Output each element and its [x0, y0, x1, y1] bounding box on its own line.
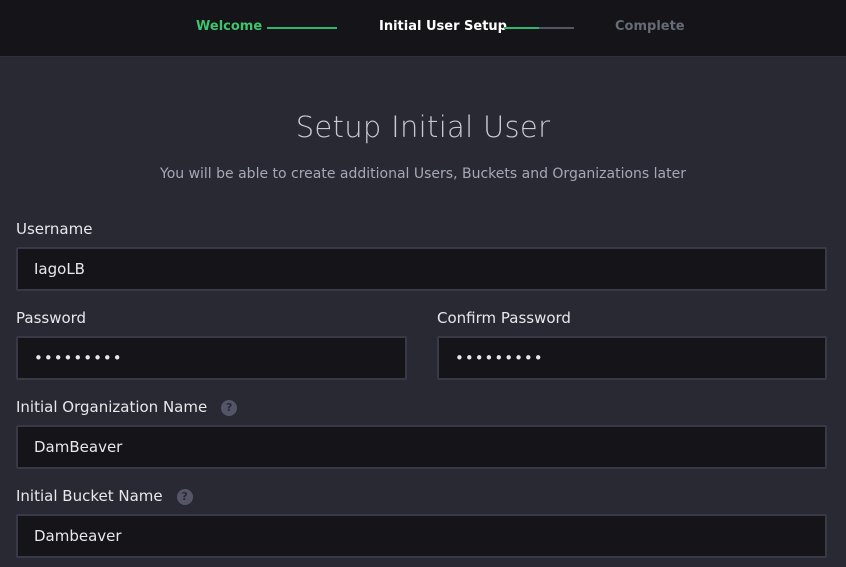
password-label: Password — [16, 309, 87, 327]
wizard-progress-bar: Welcome Initial User Setup Complete — [0, 0, 846, 57]
bucket-name-label-row: Initial Bucket Name? — [16, 487, 193, 505]
password-input[interactable] — [16, 336, 407, 380]
step-connector-2-fill — [504, 27, 539, 29]
org-name-input[interactable] — [16, 425, 827, 469]
bucket-name-label: Initial Bucket Name — [16, 487, 163, 505]
step-connector-1-fill — [267, 27, 337, 29]
step-connector-2 — [504, 27, 574, 29]
confirm-password-label: Confirm Password — [437, 309, 571, 327]
bucket-name-input[interactable] — [16, 514, 827, 558]
step-connector-1 — [267, 27, 337, 29]
step-complete: Complete — [615, 19, 685, 34]
step-welcome[interactable]: Welcome — [196, 19, 262, 34]
username-label: Username — [16, 220, 93, 238]
username-input[interactable] — [16, 247, 827, 291]
confirm-password-input[interactable] — [437, 336, 827, 380]
org-name-label: Initial Organization Name — [16, 398, 208, 416]
page-subtitle: You will be able to create additional Us… — [160, 166, 686, 182]
question-circle-icon[interactable]: ? — [221, 399, 238, 416]
step-initial-user-setup[interactable]: Initial User Setup — [379, 19, 507, 34]
page-title: Setup Initial User — [295, 110, 551, 144]
org-name-label-row: Initial Organization Name? — [16, 398, 238, 416]
question-circle-icon[interactable]: ? — [176, 488, 193, 505]
